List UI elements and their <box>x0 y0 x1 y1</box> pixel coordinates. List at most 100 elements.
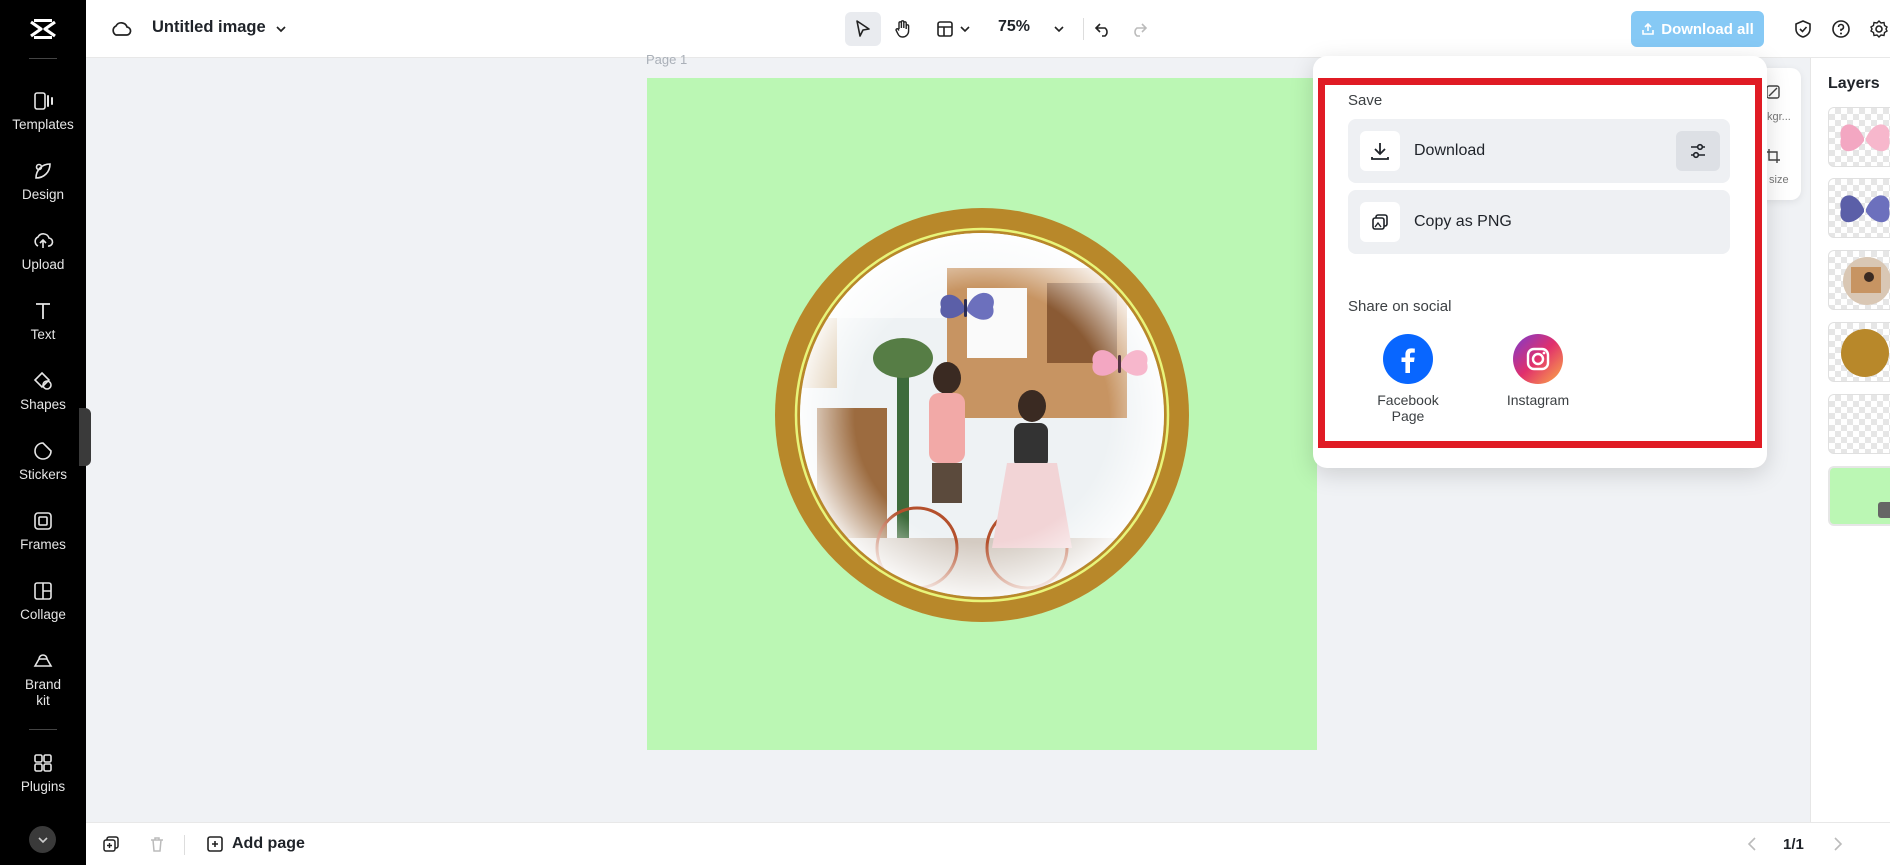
rail-label: Text <box>30 327 56 342</box>
bottom-divider <box>184 835 185 855</box>
page-label: Page 1 <box>646 52 688 67</box>
shield-check-icon[interactable] <box>1790 16 1816 42</box>
text-icon <box>36 303 50 319</box>
select-pointer-icon[interactable] <box>850 16 876 42</box>
rail-label: Design <box>21 187 65 202</box>
design-icon <box>35 163 51 179</box>
rail-item-shapes[interactable]: Shapes <box>0 370 86 430</box>
download-label: Download <box>1414 142 1486 159</box>
resize-icon[interactable] <box>1765 148 1781 169</box>
cloud-sync-icon[interactable] <box>108 16 134 42</box>
layer-pink-butterfly[interactable] <box>1828 107 1890 167</box>
rail-item-stickers[interactable]: Stickers <box>0 440 86 500</box>
chevron-down-icon <box>37 836 48 843</box>
account-avatar[interactable] <box>29 826 56 853</box>
rail-item-templates[interactable]: Templates <box>0 90 86 150</box>
rail-label: Plugins <box>20 779 66 794</box>
copy-as-png-button[interactable]: Copy as PNG <box>1348 190 1730 254</box>
rail-label: Shapes <box>20 397 66 412</box>
photo-thumb <box>1843 257 1890 305</box>
rail-item-text[interactable]: Text <box>0 300 86 360</box>
add-page-icon <box>207 836 223 852</box>
rail-label: Collage <box>20 607 66 622</box>
background-edit-icon <box>1878 502 1890 518</box>
page-counter: 1/1 <box>1783 836 1804 853</box>
rail-label: Frames <box>20 537 66 552</box>
frames-icon <box>34 512 52 530</box>
title-chevron-down-icon[interactable] <box>268 16 294 42</box>
share-facebook-page[interactable]: Facebook Page <box>1353 334 1463 424</box>
share-instagram[interactable]: Instagram <box>1483 334 1593 408</box>
brand-kit-icon <box>33 654 53 667</box>
design-canvas[interactable] <box>647 78 1317 750</box>
instagram-label: Instagram <box>1506 392 1570 408</box>
zoom-chevron-down-icon[interactable] <box>1046 16 1072 42</box>
collage-icon <box>34 582 52 600</box>
rail-item-brand-kit[interactable]: Brand kit <box>0 650 86 710</box>
upload-icon <box>34 233 54 248</box>
rail-divider <box>29 729 57 730</box>
rail-divider <box>29 58 57 59</box>
download-settings-button[interactable] <box>1676 131 1720 171</box>
save-heading: Save <box>1348 92 1383 109</box>
purple-butterfly-thumb <box>1840 195 1890 223</box>
download-all-label: Download all <box>1661 20 1754 38</box>
rail-item-plugins[interactable]: Plugins <box>0 752 86 812</box>
rail-item-upload[interactable]: Upload <box>0 230 86 290</box>
download-all-button[interactable]: Download all <box>1631 11 1764 47</box>
document-title[interactable]: Untitled image <box>152 18 266 37</box>
add-page-button[interactable]: Add page <box>206 835 305 853</box>
settings-gear-icon[interactable] <box>1866 16 1890 42</box>
layer-purple-butterfly[interactable] <box>1828 178 1890 238</box>
rail-label: Stickers <box>18 467 67 482</box>
capcut-logo[interactable] <box>28 14 58 44</box>
duplicate-page-icon[interactable] <box>102 835 120 858</box>
rail-item-design[interactable]: Design <box>0 160 86 220</box>
canvas-artwork[interactable] <box>647 78 1317 750</box>
stickers-icon <box>34 442 52 460</box>
hand-pan-icon[interactable] <box>890 16 916 42</box>
bottom-bar: Add page 1/1 <box>86 822 1890 865</box>
shapes-icon <box>33 371 52 390</box>
zoom-level[interactable]: 75% <box>998 18 1030 36</box>
collapse-panel-handle[interactable] <box>79 408 91 466</box>
background-label: kgr... <box>1767 111 1791 123</box>
facebook-page-label: Facebook Page <box>1377 392 1439 424</box>
rail-label: Templates <box>12 117 74 132</box>
next-page-icon[interactable] <box>1830 836 1844 857</box>
export-icon <box>1642 22 1655 35</box>
rail-label: Upload <box>21 257 65 272</box>
redo-icon[interactable] <box>1126 16 1152 42</box>
rail-label: Brand kit <box>24 677 62 708</box>
download-button[interactable]: Download <box>1348 119 1730 183</box>
delete-page-icon[interactable] <box>148 835 166 858</box>
left-rail: Templates Design Upload Text Shapes Stic… <box>0 0 86 865</box>
copy-as-png-label: Copy as PNG <box>1414 213 1512 230</box>
rail-item-collage[interactable]: Collage <box>0 580 86 640</box>
download-icon <box>1360 131 1400 171</box>
top-bar: Untitled image 75% Download all <box>86 0 1890 58</box>
templates-icon <box>34 92 53 110</box>
help-icon[interactable] <box>1828 16 1854 42</box>
plugins-icon <box>34 754 52 772</box>
layer-background[interactable] <box>1828 466 1890 526</box>
pink-butterfly-thumb <box>1840 124 1890 152</box>
toolbar-divider <box>1083 18 1084 40</box>
copy-image-icon <box>1360 202 1400 242</box>
share-heading: Share on social <box>1348 298 1452 315</box>
resize-label: size <box>1769 174 1789 186</box>
gold-circle-thumb <box>1841 329 1889 377</box>
add-page-label: Add page <box>232 835 305 852</box>
layer-photo[interactable] <box>1828 250 1890 310</box>
rail-item-frames[interactable]: Frames <box>0 510 86 570</box>
layer-gold-circle[interactable] <box>1828 322 1890 382</box>
layout-chevron-down-icon[interactable] <box>952 16 978 42</box>
instagram-icon <box>1513 334 1563 384</box>
prev-page-icon[interactable] <box>1746 836 1760 857</box>
facebook-icon <box>1383 334 1433 384</box>
layer-empty[interactable] <box>1828 394 1890 454</box>
undo-icon[interactable] <box>1090 16 1116 42</box>
sliders-icon <box>1691 143 1705 159</box>
layers-title: Layers <box>1828 75 1880 92</box>
background-icon[interactable] <box>1765 84 1781 105</box>
